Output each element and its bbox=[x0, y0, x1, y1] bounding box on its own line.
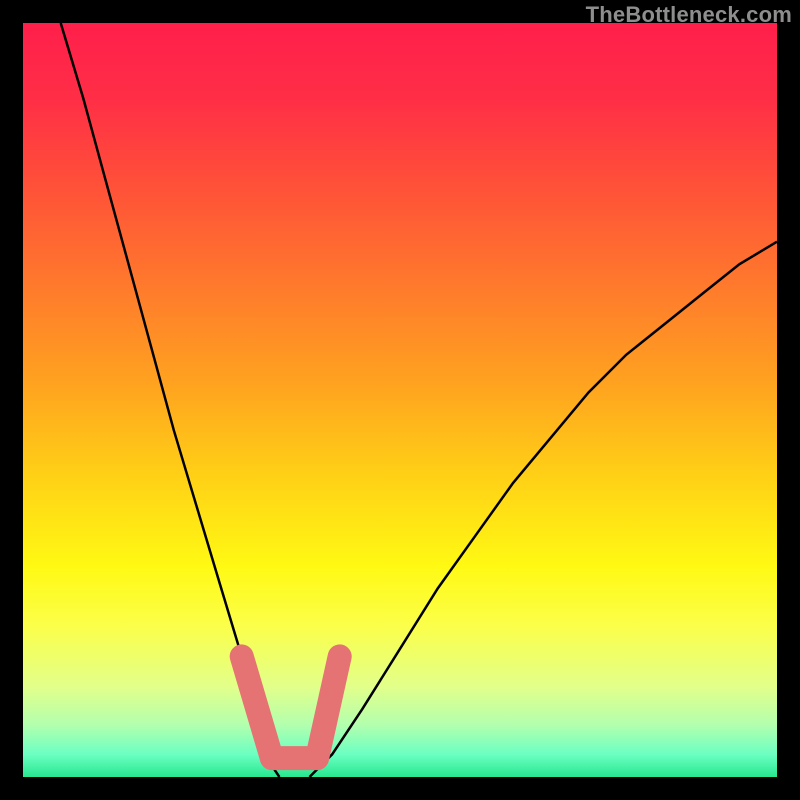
u-dot-left bbox=[232, 646, 252, 666]
bottleneck-chart bbox=[23, 23, 777, 777]
chart-area bbox=[23, 23, 777, 777]
u-dot-right bbox=[330, 646, 350, 666]
frame: TheBottleneck.com bbox=[0, 0, 800, 800]
gradient-background bbox=[23, 23, 777, 777]
